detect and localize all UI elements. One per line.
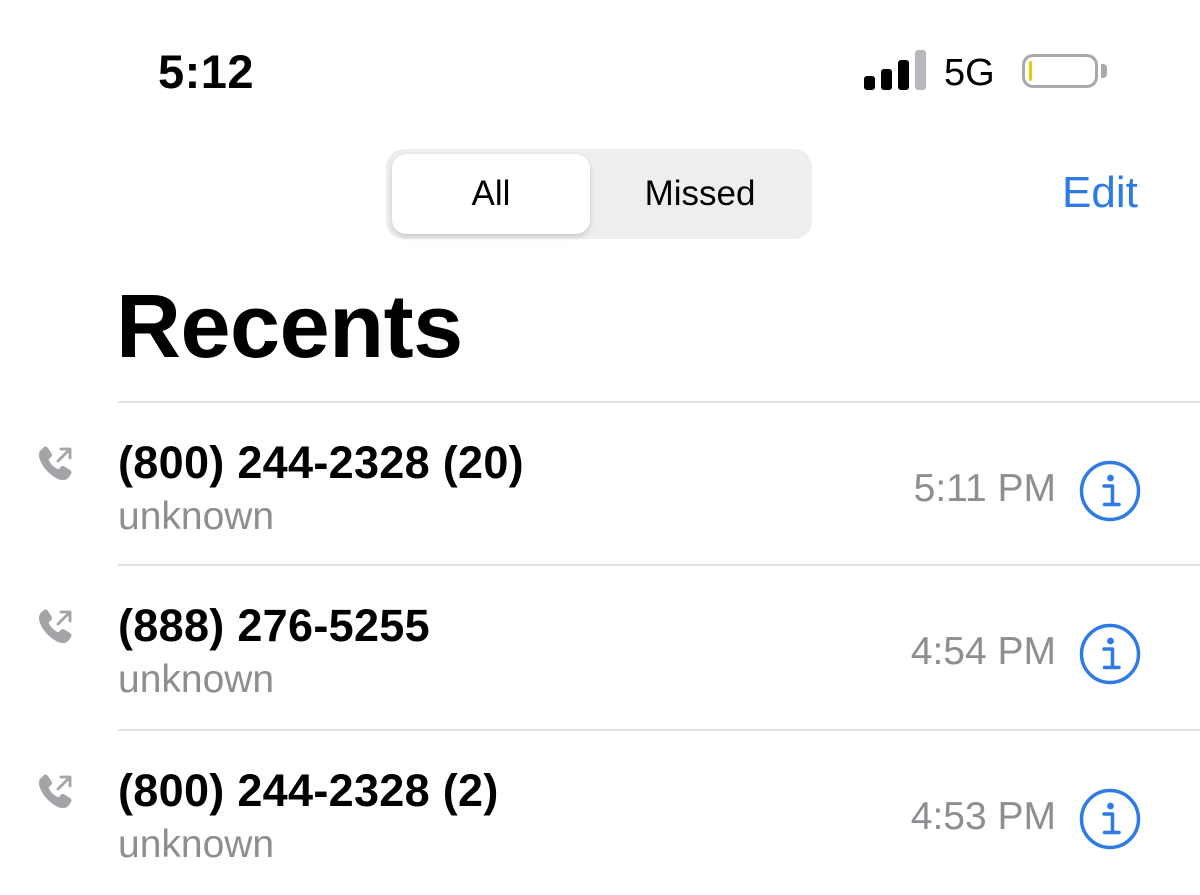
call-label: unknown: [118, 495, 275, 538]
segment-missed[interactable]: Missed: [600, 154, 800, 234]
page-title: Recents: [116, 277, 463, 377]
call-time: 4:54 PM: [910, 630, 1056, 673]
network-type-label: 5G: [944, 52, 995, 94]
call-time: 5:11 PM: [913, 467, 1056, 510]
outgoing-call-icon: [38, 774, 72, 809]
status-bar: 5:12 5G: [0, 0, 1200, 130]
signal-bar-4: [915, 50, 926, 90]
outgoing-call-icon: [38, 609, 72, 644]
outgoing-call-icon: [38, 446, 72, 481]
edit-button[interactable]: Edit: [1062, 168, 1138, 218]
info-icon[interactable]: [1078, 459, 1142, 523]
status-time: 5:12: [158, 45, 255, 98]
signal-bar-2: [881, 69, 892, 90]
signal-bar-1: [864, 76, 875, 90]
call-number: (800) 244-2328 (20): [118, 437, 524, 488]
call-row[interactable]: (888) 276-5255 unknown 4:54 PM: [0, 566, 1200, 730]
battery-cap: [1101, 64, 1107, 78]
battery-icon: [1022, 54, 1098, 88]
battery-level: [1029, 61, 1032, 81]
cellular-signal-icon: [864, 50, 928, 90]
call-row[interactable]: (800) 244-2328 (2) unknown 4:53 PM: [0, 731, 1200, 895]
segment-all[interactable]: All: [392, 154, 590, 234]
call-label: unknown: [118, 658, 275, 701]
calls-filter-segmented-control: All Missed: [386, 149, 812, 239]
info-icon[interactable]: [1078, 787, 1142, 851]
call-label: unknown: [118, 823, 275, 866]
call-row[interactable]: (800) 244-2328 (20) unknown 5:11 PM: [0, 403, 1200, 567]
call-number: (800) 244-2328 (2): [118, 765, 499, 816]
info-icon[interactable]: [1078, 622, 1142, 686]
call-number: (888) 276-5255: [118, 600, 430, 651]
signal-bar-3: [898, 60, 909, 90]
call-time: 4:53 PM: [910, 795, 1056, 838]
